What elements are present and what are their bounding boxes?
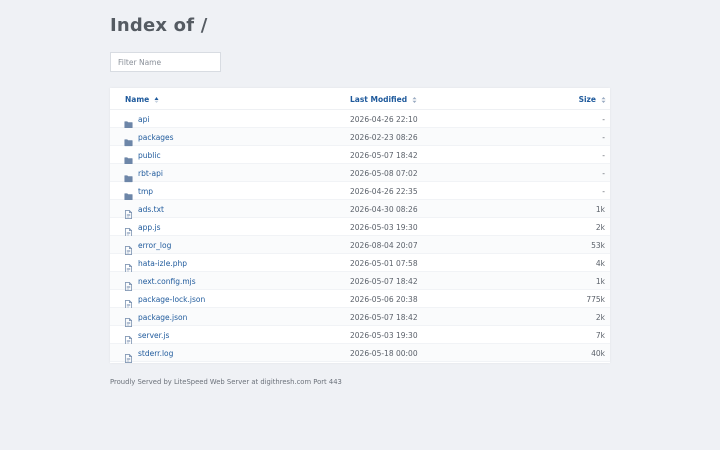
size-cell: - bbox=[602, 115, 605, 124]
file-link[interactable]: server.js bbox=[138, 331, 169, 340]
folder-icon bbox=[124, 168, 133, 183]
file-link[interactable]: app.js bbox=[138, 223, 161, 232]
size-cell: 53k bbox=[591, 241, 605, 250]
size-cell: - bbox=[602, 151, 605, 160]
table-row[interactable]: rbt-api 2026-05-08 07:02 - bbox=[110, 164, 610, 183]
table-row[interactable]: error_log 2026-08-04 20:07 53k bbox=[110, 236, 610, 255]
file-icon bbox=[124, 222, 133, 237]
size-cell: - bbox=[602, 187, 605, 196]
file-icon bbox=[124, 258, 133, 273]
size-cell: 2k bbox=[595, 313, 605, 322]
last-modified-cell: 2026-04-26 22:35 bbox=[350, 187, 418, 196]
last-modified-cell: 2026-08-04 20:07 bbox=[350, 241, 418, 250]
last-modified-cell: 2026-05-06 20:38 bbox=[350, 295, 418, 304]
last-modified-cell: 2026-05-08 07:02 bbox=[350, 169, 418, 178]
size-cell: - bbox=[602, 133, 605, 142]
file-link[interactable]: package.json bbox=[138, 313, 187, 322]
folder-link[interactable]: rbt-api bbox=[138, 169, 163, 178]
file-link[interactable]: next.config.mjs bbox=[138, 277, 196, 286]
folder-link[interactable]: api bbox=[138, 115, 149, 124]
file-link[interactable]: package-lock.json bbox=[138, 295, 205, 304]
table-row[interactable]: app.js 2026-05-03 19:30 2k bbox=[110, 218, 610, 237]
table-row[interactable]: package.json 2026-05-07 18:42 2k bbox=[110, 308, 610, 327]
size-cell: 2k bbox=[595, 223, 605, 232]
folder-icon bbox=[124, 132, 133, 147]
last-modified-cell: 2026-05-03 19:30 bbox=[350, 331, 418, 340]
table-row[interactable]: ads.txt 2026-04-30 08:26 1k bbox=[110, 200, 610, 219]
last-modified-cell: 2026-02-23 08:26 bbox=[350, 133, 418, 142]
table-body: api 2026-04-26 22:10 - packages 2026-02-23 0… bbox=[110, 110, 610, 363]
last-modified-cell: 2026-04-30 08:26 bbox=[350, 205, 418, 214]
table-row[interactable]: tmp 2026-04-26 22:35 - bbox=[110, 182, 610, 201]
sort-by-size-header[interactable]: Size bbox=[579, 95, 606, 104]
table-row[interactable]: next.config.mjs 2026-05-07 18:42 1k bbox=[110, 272, 610, 291]
modified-column-label: Last Modified bbox=[350, 95, 408, 104]
file-link[interactable]: hata-izle.php bbox=[138, 259, 187, 268]
table-row[interactable]: package-lock.json 2026-05-06 20:38 775k bbox=[110, 290, 610, 309]
table-row[interactable]: stderr.log 2026-05-18 00:00 40k bbox=[110, 344, 610, 363]
sort-by-modified-header[interactable]: Last Modified bbox=[350, 95, 417, 104]
sort-icon bbox=[412, 96, 417, 103]
file-icon bbox=[124, 312, 133, 327]
sort-ascending-icon bbox=[154, 96, 159, 103]
file-icon bbox=[124, 276, 133, 291]
file-icon bbox=[124, 348, 133, 363]
folder-link[interactable]: packages bbox=[138, 133, 174, 142]
filter-name-input[interactable] bbox=[110, 52, 221, 72]
folder-icon bbox=[124, 150, 133, 165]
table-row[interactable]: server.js 2026-05-03 19:30 7k bbox=[110, 326, 610, 345]
file-icon bbox=[124, 330, 133, 345]
sort-icon bbox=[601, 96, 606, 103]
file-link[interactable]: ads.txt bbox=[138, 205, 164, 214]
table-row[interactable]: api 2026-04-26 22:10 - bbox=[110, 110, 610, 129]
file-icon bbox=[124, 204, 133, 219]
file-icon bbox=[124, 240, 133, 255]
file-listing-table: Name Last Modified Size api 2026-04-26 22… bbox=[110, 88, 610, 363]
page-title: Index of / bbox=[110, 15, 208, 36]
last-modified-cell: 2026-05-07 18:42 bbox=[350, 151, 418, 160]
name-column-label: Name bbox=[125, 95, 150, 104]
last-modified-cell: 2026-05-18 00:00 bbox=[350, 349, 418, 358]
last-modified-cell: 2026-05-03 19:30 bbox=[350, 223, 418, 232]
server-footer: Proudly Served by LiteSpeed Web Server a… bbox=[110, 378, 342, 386]
table-row[interactable]: packages 2026-02-23 08:26 - bbox=[110, 128, 610, 147]
sort-by-name-header[interactable]: Name bbox=[125, 95, 159, 104]
table-row[interactable]: public 2026-05-07 18:42 - bbox=[110, 146, 610, 165]
size-cell: 775k bbox=[586, 295, 605, 304]
last-modified-cell: 2026-05-07 18:42 bbox=[350, 313, 418, 322]
folder-link[interactable]: public bbox=[138, 151, 161, 160]
last-modified-cell: 2026-05-07 18:42 bbox=[350, 277, 418, 286]
size-cell: 7k bbox=[595, 331, 605, 340]
size-cell: 1k bbox=[595, 277, 605, 286]
size-cell: - bbox=[602, 169, 605, 178]
table-header: Name Last Modified Size bbox=[110, 88, 610, 110]
folder-link[interactable]: tmp bbox=[138, 187, 153, 196]
folder-icon bbox=[124, 114, 133, 129]
last-modified-cell: 2026-04-26 22:10 bbox=[350, 115, 418, 124]
table-row[interactable]: hata-izle.php 2026-05-01 07:58 4k bbox=[110, 254, 610, 273]
folder-icon bbox=[124, 186, 133, 201]
last-modified-cell: 2026-05-01 07:58 bbox=[350, 259, 418, 268]
size-cell: 4k bbox=[595, 259, 605, 268]
size-cell: 1k bbox=[595, 205, 605, 214]
file-link[interactable]: error_log bbox=[138, 241, 171, 250]
file-link[interactable]: stderr.log bbox=[138, 349, 173, 358]
size-cell: 40k bbox=[591, 349, 605, 358]
file-icon bbox=[124, 294, 133, 309]
size-column-label: Size bbox=[578, 95, 596, 104]
